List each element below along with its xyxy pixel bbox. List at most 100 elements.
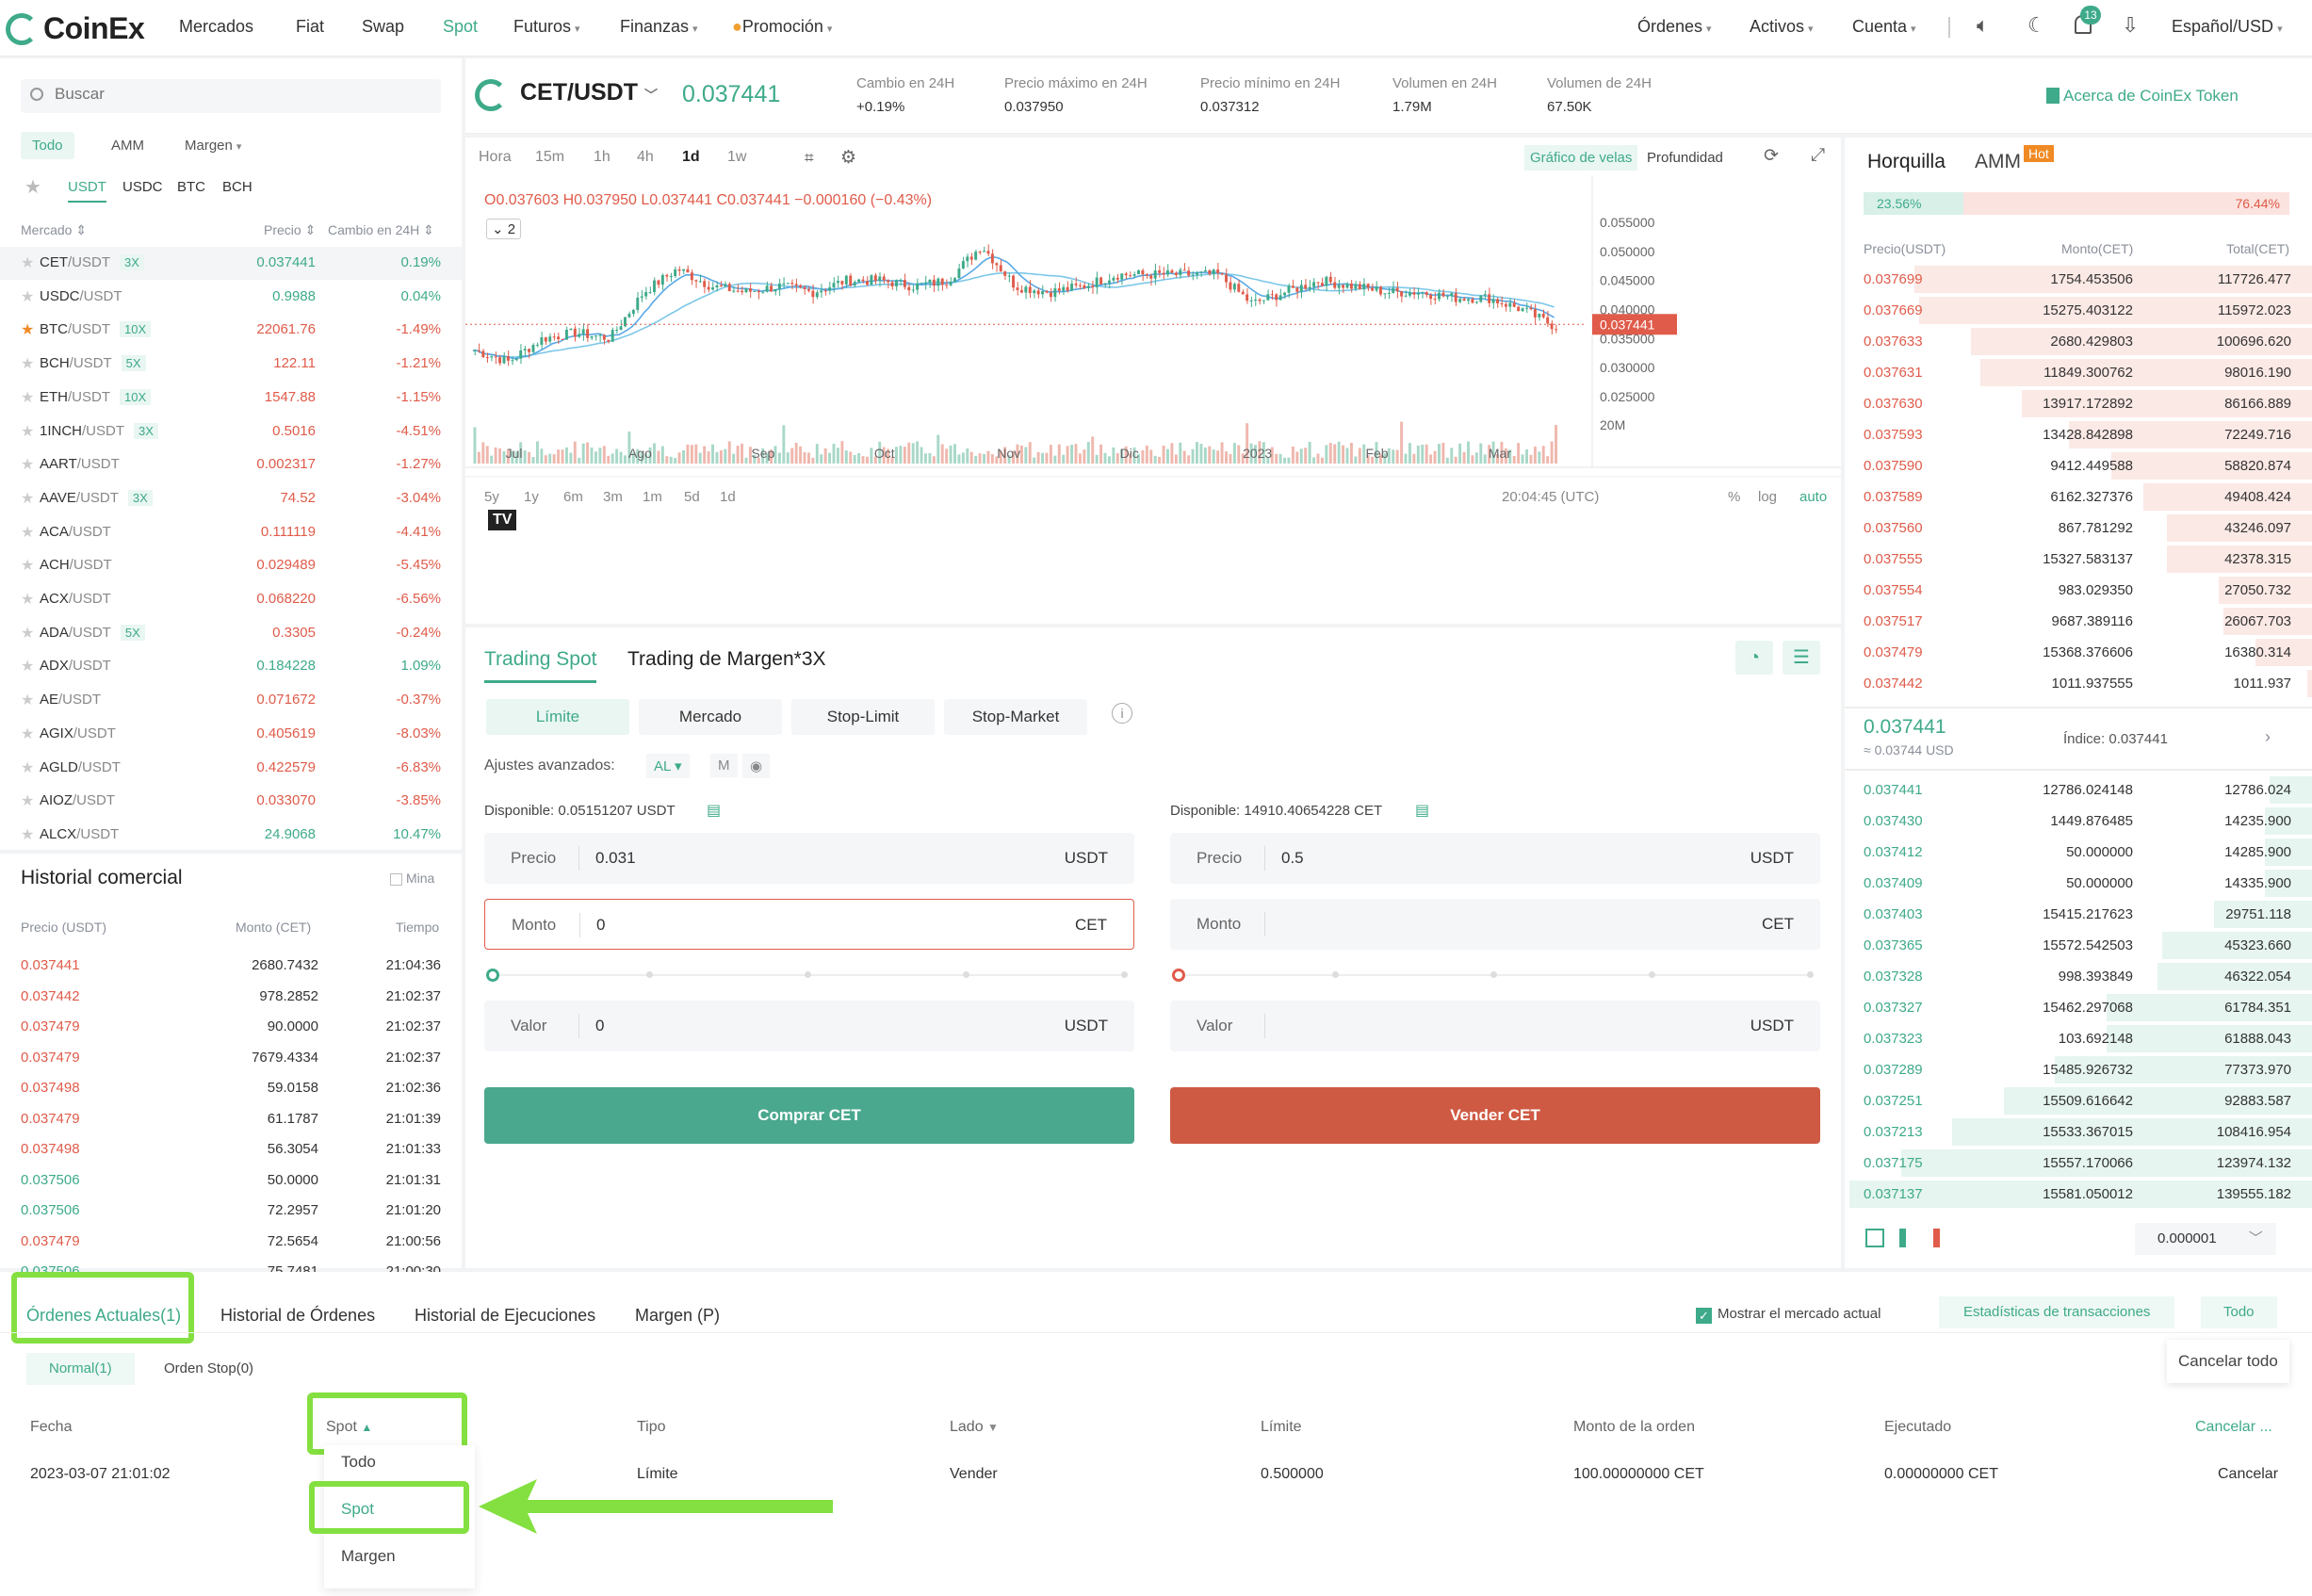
favorite-star-icon[interactable]: ★ xyxy=(21,590,34,609)
favorite-star-icon[interactable]: ★ xyxy=(21,253,34,272)
quote-usdc[interactable]: USDC xyxy=(122,179,163,195)
ask-row[interactable]: 0.037479 15368.376606 16380.314 xyxy=(1845,637,2312,668)
all-button[interactable]: Todo xyxy=(2201,1296,2277,1328)
market-row[interactable]: ★ ETH/USDT 10X 1547.88 -1.15% xyxy=(0,382,462,415)
bid-row[interactable]: 0.037175 15557.170066 123974.132 xyxy=(1845,1148,2312,1179)
bid-row[interactable]: 0.037403 15415.217623 29751.118 xyxy=(1845,899,2312,930)
bid-row[interactable]: 0.037365 15572.542503 45323.660 xyxy=(1845,930,2312,961)
ask-row[interactable]: 0.037517 9687.389116 26067.703 xyxy=(1845,606,2312,637)
speaker-icon[interactable]: 🔈︎ xyxy=(1977,13,1989,38)
book-view-asks-icon[interactable] xyxy=(1933,1229,1952,1247)
ask-row[interactable]: 0.037631 11849.300762 98016.190 xyxy=(1845,357,2312,388)
col-market[interactable]: Mercado ⇕ xyxy=(21,222,87,238)
search-input[interactable] xyxy=(55,85,413,104)
show-current-market-checkbox[interactable]: ✓ Mostrar el mercado actual xyxy=(1696,1306,1881,1324)
favorite-star-icon[interactable]: ★ xyxy=(21,725,34,743)
favorite-star-icon[interactable]: ★ xyxy=(21,523,34,542)
ask-row[interactable]: 0.037669 15275.403122 115972.023 xyxy=(1845,295,2312,326)
ask-row[interactable]: 0.037699 1754.453506 117726.477 xyxy=(1845,264,2312,295)
sell-price-field[interactable]: Precio 0.5 USDT xyxy=(1170,833,1820,884)
logo-text[interactable]: CoinEx xyxy=(43,11,145,46)
pair-selector[interactable]: CET/USDT ﹀ xyxy=(520,79,658,106)
market-row[interactable]: ★ USDC/USDT 0.9988 0.04% xyxy=(0,281,462,314)
range-button-6m[interactable]: 6m xyxy=(563,489,583,505)
favorite-star-icon[interactable]: ★ xyxy=(21,791,34,810)
tab-amm[interactable]: AMM xyxy=(1975,151,2021,173)
buy-wallet-icon[interactable]: ▤ xyxy=(707,801,721,820)
col-cancel-all[interactable]: Cancelar ... xyxy=(2195,1419,2272,1436)
precision-select[interactable]: 0.000001 ﹀ xyxy=(2135,1223,2276,1255)
market-row[interactable]: ★ CET/USDT 3X 0.037441 0.19% xyxy=(0,247,462,280)
buy-amount-field[interactable]: Monto 0 CET xyxy=(484,899,1134,950)
order-type-stop-market[interactable]: Stop-Market xyxy=(944,699,1087,735)
nav-ordenes[interactable]: Órdenes ▾ xyxy=(1637,17,1712,37)
nav-fiat[interactable]: Fiat xyxy=(296,17,324,37)
favorite-star-icon[interactable]: ★ xyxy=(21,691,34,709)
pie-chart-icon[interactable]: ◔ xyxy=(1735,641,1773,675)
col-change[interactable]: Cambio en 24H ⇕ xyxy=(328,222,434,238)
transaction-stats-button[interactable]: Estadísticas de transacciones xyxy=(1939,1296,2175,1328)
nav-swap[interactable]: Swap xyxy=(362,17,404,37)
bid-row[interactable]: 0.037441 12786.024148 12786.024 xyxy=(1845,774,2312,806)
favorite-star-icon[interactable]: ★ xyxy=(21,758,34,777)
sliders-icon[interactable]: ☰ xyxy=(1783,641,1820,675)
quote-usdt[interactable]: USDT xyxy=(68,179,106,203)
interval-4h[interactable]: 4h xyxy=(637,149,654,166)
favorite-star-icon[interactable]: ★ xyxy=(21,422,34,441)
refresh-icon[interactable]: ⟳ xyxy=(1764,145,1779,167)
download-icon[interactable]: ⇩ xyxy=(2122,13,2139,38)
market-row[interactable]: ★ AART/USDT 0.002317 -1.27% xyxy=(0,448,462,481)
market-row[interactable]: ★ AIOZ/USDT 0.033070 -3.85% xyxy=(0,785,462,818)
ask-row[interactable]: 0.037593 13428.842898 72249.716 xyxy=(1845,419,2312,450)
bid-row[interactable]: 0.037289 15485.926732 77373.970 xyxy=(1845,1054,2312,1085)
view-depth[interactable]: Profundidad xyxy=(1647,150,1723,166)
nav-finanzas[interactable]: Finanzas ▾ xyxy=(620,17,698,37)
ask-row[interactable]: 0.037590 9412.449588 58820.874 xyxy=(1845,450,2312,481)
favorite-star-icon[interactable]: ★ xyxy=(21,388,34,407)
quote-bch[interactable]: BCH xyxy=(222,179,252,195)
ask-row[interactable]: 0.037560 867.781292 43246.097 xyxy=(1845,513,2312,544)
market-row[interactable]: ★ ACX/USDT 0.068220 -6.56% xyxy=(0,583,462,616)
market-row[interactable]: ★ ACA/USDT 0.111119 -4.41% xyxy=(0,516,462,549)
ask-row[interactable]: 0.037630 13917.172892 86166.889 xyxy=(1845,388,2312,419)
eye-icon[interactable]: ◉ xyxy=(742,754,771,778)
bid-row[interactable]: 0.037327 15462.297068 61784.351 xyxy=(1845,992,2312,1023)
favorite-star-icon[interactable]: ★ xyxy=(21,455,34,474)
chart-type-icon[interactable]: ⌗ xyxy=(805,149,814,168)
market-row[interactable]: ★ AGLD/USDT 0.422579 -6.83% xyxy=(0,752,462,785)
market-row[interactable]: ★ 1INCH/USDT 3X 0.5016 -4.51% xyxy=(0,415,462,448)
market-row[interactable]: ★ AE/USDT 0.071672 -0.37% xyxy=(0,684,462,717)
tab-order-history[interactable]: Historial de Órdenes xyxy=(220,1306,375,1326)
market-row[interactable]: ★ BCH/USDT 5X 122.11 -1.21% xyxy=(0,348,462,381)
favorite-star-icon[interactable]: ★ xyxy=(21,320,34,339)
tab-orderbook[interactable]: Horquilla xyxy=(1867,151,1946,173)
bid-row[interactable]: 0.037251 15509.616642 92883.587 xyxy=(1845,1085,2312,1116)
sell-amount-field[interactable]: Monto CET xyxy=(1170,899,1820,950)
book-view-bids-icon[interactable] xyxy=(1899,1229,1918,1247)
dropdown-option-todo[interactable]: Todo xyxy=(341,1453,376,1472)
favorite-star-icon[interactable]: ★ xyxy=(21,657,34,676)
info-icon[interactable]: i xyxy=(1112,703,1132,724)
bid-row[interactable]: 0.037137 15581.050012 139555.182 xyxy=(1845,1179,2312,1210)
buy-price-field[interactable]: Precio 0.031 USDT xyxy=(484,833,1134,884)
dropdown-option-margen[interactable]: Margen xyxy=(341,1547,396,1566)
settings-gear-icon[interactable]: ⚙ xyxy=(840,147,856,169)
bid-row[interactable]: 0.037323 103.692148 61888.043 xyxy=(1845,1023,2312,1054)
favorite-star-icon[interactable]: ★ xyxy=(21,489,34,508)
sell-slider-handle[interactable] xyxy=(1172,969,1185,982)
tab-trading-margin[interactable]: Trading de Margen*3X xyxy=(627,648,826,671)
ask-row[interactable]: 0.037442 1011.937555 1011.937 xyxy=(1845,668,2312,699)
col-lado[interactable]: Lado ▼ xyxy=(950,1419,999,1436)
nav-activos[interactable]: Activos ▾ xyxy=(1750,17,1814,37)
interval-1w[interactable]: 1w xyxy=(727,149,746,166)
mine-checkbox[interactable]: Mina xyxy=(390,871,434,886)
subtab-stop[interactable]: Orden Stop(0) xyxy=(149,1353,269,1385)
chevron-right-icon[interactable]: › xyxy=(2265,727,2271,747)
range-button-1m[interactable]: 1m xyxy=(643,489,662,505)
language-selector[interactable]: Español/USD ▾ xyxy=(2172,17,2283,37)
bid-row[interactable]: 0.037328 998.393849 46322.054 xyxy=(1845,961,2312,992)
coinex-logo-icon[interactable] xyxy=(6,13,38,45)
favorite-star-icon[interactable]: ★ xyxy=(21,354,34,373)
order-type-market[interactable]: Mercado xyxy=(639,699,782,735)
interval-1d[interactable]: 1d xyxy=(682,149,700,166)
